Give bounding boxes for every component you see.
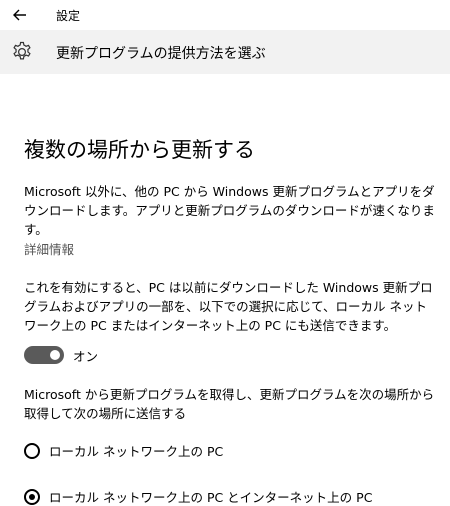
choice-explanation: Microsoft から更新プログラムを取得し、更新プログラムを次の場所から取得…	[24, 387, 435, 421]
gear-icon	[10, 40, 34, 64]
toggle-knob	[50, 350, 60, 360]
title-bar: 設定	[0, 0, 450, 30]
radio-button-checked[interactable]	[24, 488, 40, 505]
toggle-row: オン	[24, 345, 436, 365]
radio-label: ローカル ネットワーク上の PC とインターネット上の PC	[49, 490, 373, 505]
radio-button-unchecked[interactable]	[24, 442, 40, 459]
radio-label: ローカル ネットワーク上の PC	[49, 444, 224, 459]
toggle-label: オン	[73, 348, 99, 364]
page-title: 更新プログラムの提供方法を選ぶ	[56, 46, 266, 62]
enable-explanation: これを有効にすると、PC は以前にダウンロードした Windows 更新プログラ…	[24, 280, 433, 333]
page-header: 更新プログラムの提供方法を選ぶ	[0, 30, 450, 74]
section-title: 複数の場所から更新する	[24, 138, 255, 162]
delivery-optimization-toggle[interactable]	[24, 346, 64, 364]
window-title: 設定	[56, 9, 81, 23]
settings-content: 複数の場所から更新する Microsoft 以外に、他の PC から Windo…	[0, 74, 450, 506]
back-arrow-icon[interactable]	[10, 5, 30, 25]
section-description: Microsoft 以外に、他の PC から Windows 更新プログラムとア…	[24, 184, 435, 237]
more-info-link[interactable]: 詳細情報	[24, 240, 74, 259]
radio-option-local-network[interactable]: ローカル ネットワーク上の PC	[24, 441, 436, 460]
radio-option-local-and-internet[interactable]: ローカル ネットワーク上の PC とインターネット上の PC	[24, 487, 436, 506]
